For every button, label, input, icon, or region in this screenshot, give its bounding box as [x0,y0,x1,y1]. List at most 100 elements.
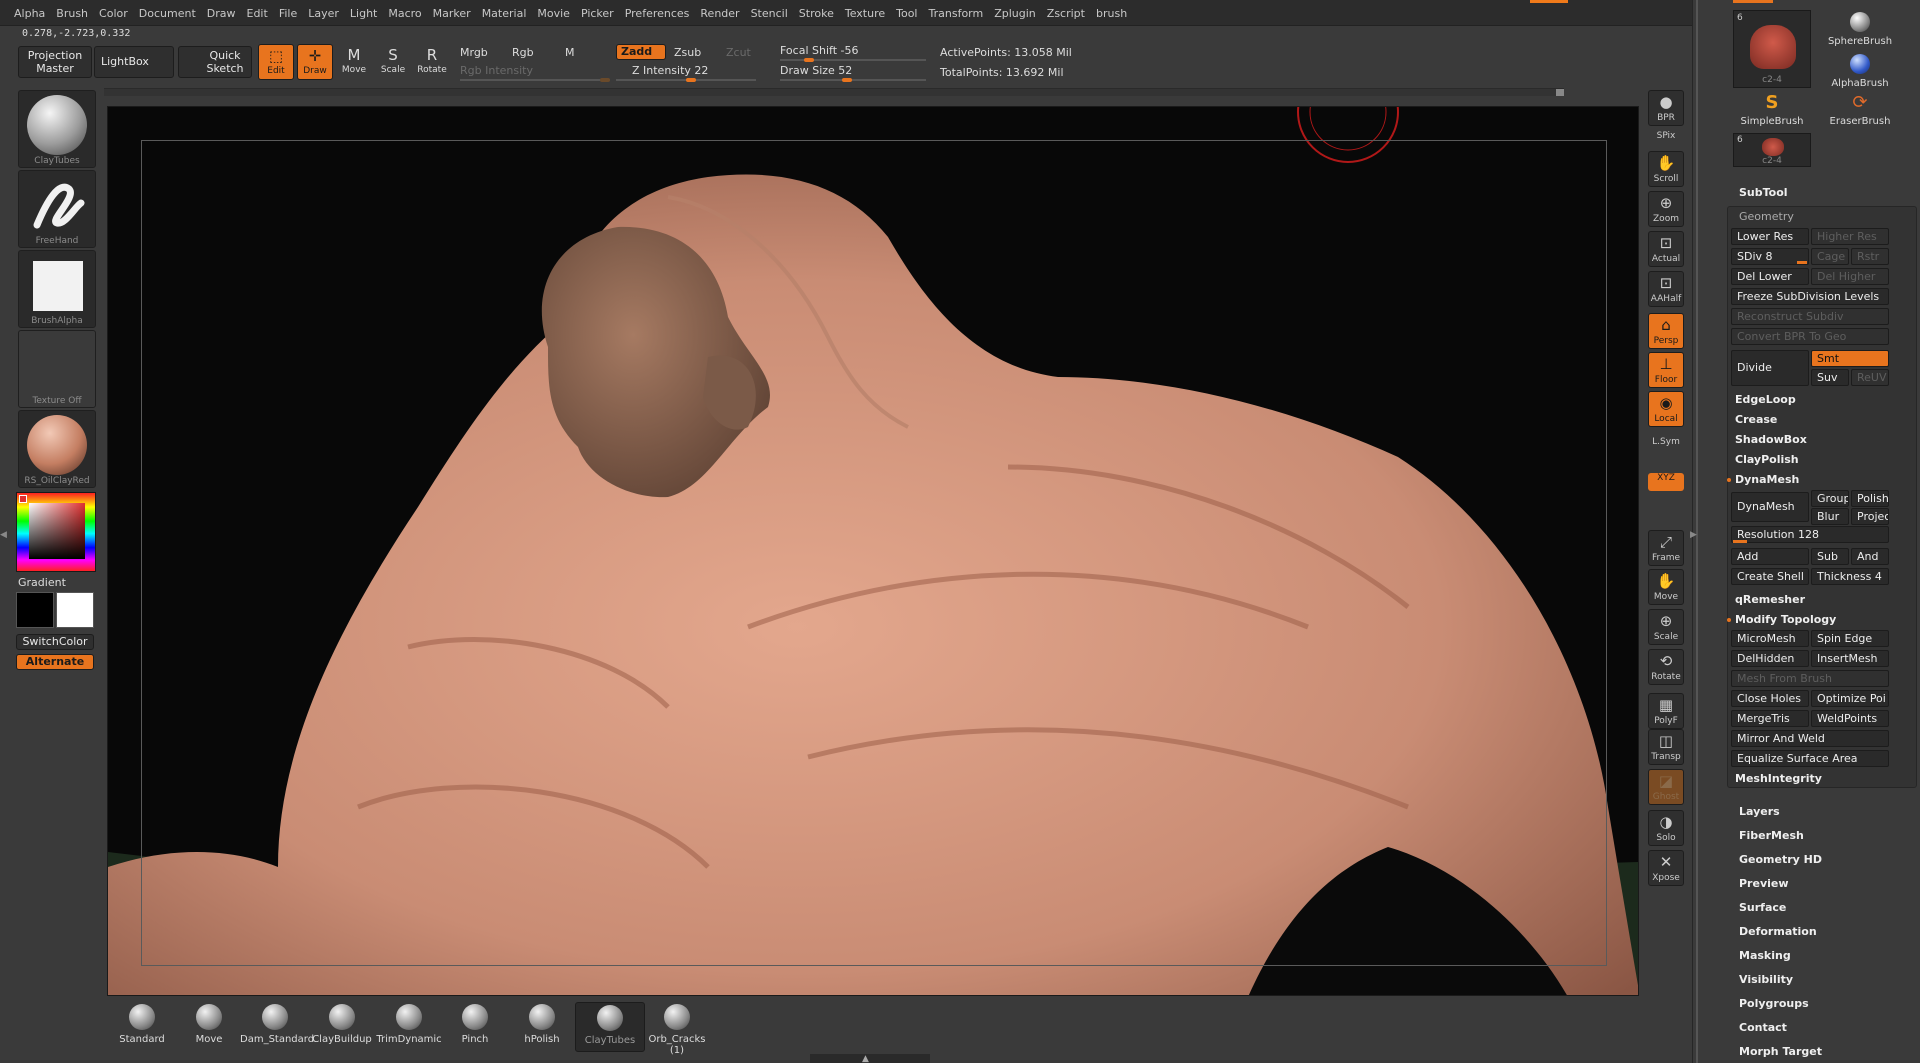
qremesher-section[interactable]: qRemesher [1735,593,1805,606]
menu-item[interactable]: brush [1096,7,1127,20]
main-color-swatch[interactable] [16,592,54,628]
rgb-intensity-knob[interactable] [600,78,610,82]
tool-transp[interactable]: ◫ Transp [1648,729,1684,765]
material-thumbnail[interactable]: RS_OilClayRed [18,410,96,488]
menu-item[interactable]: Draw [207,7,236,20]
palette-section-masking[interactable]: Masking [1739,949,1791,962]
move-mode-button[interactable]: M Move [336,44,372,80]
brush-slot-dam-standard[interactable]: Dam_Standard [240,1002,314,1052]
alpha-thumbnail[interactable]: BrushAlpha [18,250,96,328]
polish-toggle[interactable]: Polish [1851,490,1889,507]
menu-item[interactable]: Render [700,7,739,20]
tool-local[interactable]: ◉ Local [1648,391,1684,427]
blur-slider[interactable]: Blur [1811,508,1849,525]
group-toggle[interactable]: Group [1811,490,1849,507]
palette-section-deformation[interactable]: Deformation [1739,925,1817,938]
lower-res-button[interactable]: Lower Res [1731,228,1809,245]
optimize-points-button[interactable]: Optimize Poi [1811,690,1889,707]
delhidden-button[interactable]: DelHidden [1731,650,1809,667]
brush-thumbnail[interactable]: ClayTubes [18,90,96,168]
palette-section-layers[interactable]: Layers [1739,805,1780,818]
menu-item[interactable]: Edit [247,7,268,20]
del-higher-button[interactable]: Del Higher [1811,268,1889,285]
tool-scroll[interactable]: ✋ Scroll [1648,151,1684,187]
palette-section-preview[interactable]: Preview [1739,877,1789,890]
menu-item[interactable]: Marker [433,7,471,20]
tool-xyz[interactable]: XYZ [1648,473,1684,491]
resolution-knob[interactable] [1733,540,1747,543]
tool-frame[interactable]: ⤢ Frame [1648,530,1684,566]
thickness-slider[interactable]: Thickness 4 [1811,568,1889,585]
menu-item[interactable]: Zscript [1047,7,1085,20]
draw-mode-button[interactable]: ✛ Draw [297,44,333,80]
and-button[interactable]: And [1851,548,1889,565]
draw-size-track[interactable] [780,78,926,82]
claypolish-section[interactable]: ClayPolish [1735,453,1799,466]
menu-item[interactable]: Document [139,7,196,20]
rotate-mode-button[interactable]: R Rotate [414,44,450,80]
sdiv-knob[interactable] [1797,261,1807,264]
smt-toggle[interactable]: Smt [1811,350,1889,367]
document-canvas[interactable] [107,106,1639,996]
tool-spix[interactable]: SPix [1648,131,1684,149]
tool-scale[interactable]: ⊕ Scale [1648,609,1684,645]
micromesh-button[interactable]: MicroMesh [1731,630,1809,647]
sphere-brush-tool[interactable]: SphereBrush [1823,10,1897,50]
menu-item[interactable]: Macro [388,7,421,20]
menu-item[interactable]: Layer [308,7,339,20]
weldpoints-button[interactable]: WeldPoints [1811,710,1889,727]
convert-bpr-button[interactable]: Convert BPR To Geo [1731,328,1889,345]
focal-shift-slider[interactable]: Focal Shift -56 [780,44,858,57]
mesh-from-brush-button[interactable]: Mesh From Brush [1731,670,1889,687]
alpha-brush-tool[interactable]: AlphaBrush [1823,52,1897,92]
color-picker-cursor[interactable] [19,495,27,503]
sub-button[interactable]: Sub [1811,548,1849,565]
tool-move[interactable]: ✋ Move [1648,569,1684,605]
m-button[interactable]: M [565,46,575,59]
secondary-color-swatch[interactable] [56,592,94,628]
suv-toggle[interactable]: Suv [1811,369,1849,386]
menu-item[interactable]: Preferences [625,7,690,20]
menu-item[interactable]: Transform [929,7,984,20]
gradient-label[interactable]: Gradient [18,576,66,589]
simple-brush-tool[interactable]: S SimpleBrush [1733,92,1811,132]
z-intensity-knob[interactable] [686,78,696,82]
canvas-top-scrollbar[interactable] [104,88,1564,96]
zadd-button[interactable]: Zadd [616,44,666,60]
tool-xpose[interactable]: ✕ Xpose [1648,850,1684,886]
menu-item[interactable]: Tool [896,7,917,20]
close-holes-button[interactable]: Close Holes [1731,690,1809,707]
canvas-scroll-handle[interactable] [1556,89,1564,96]
z-intensity-slider[interactable]: Z Intensity 22 [632,64,708,77]
brush-slot-standard[interactable]: Standard [107,1002,177,1052]
edit-mode-button[interactable]: ⬚ Edit [258,44,294,80]
subtool-section[interactable]: SubTool [1739,186,1788,199]
mirror-and-weld-button[interactable]: Mirror And Weld [1731,730,1889,747]
tool-aahalf[interactable]: ⊡ AAHalf [1648,271,1684,307]
shadowbox-section[interactable]: ShadowBox [1735,433,1807,446]
palette-section-fibermesh[interactable]: FiberMesh [1739,829,1804,842]
meshintegrity-section[interactable]: MeshIntegrity [1735,772,1822,785]
rgb-intensity-slider[interactable]: Rgb Intensity [460,64,533,77]
bottom-shelf-handle[interactable] [810,1054,930,1063]
menu-item[interactable]: Movie [537,7,570,20]
menu-item[interactable]: Zplugin [994,7,1036,20]
draw-size-knob[interactable] [842,78,852,82]
alternate-button[interactable]: Alternate [16,654,94,670]
geometry-header[interactable]: Geometry [1739,210,1794,223]
mergetris-button[interactable]: MergeTris [1731,710,1809,727]
tool-ghost[interactable]: ◪ Ghost [1648,769,1684,805]
brush-slot-move[interactable]: Move [174,1002,244,1052]
current-tool-thumbnail[interactable]: 6 c2-4 [1733,10,1811,88]
resolution-slider[interactable]: Resolution 128 [1731,526,1889,543]
tool-polyf[interactable]: ▦ PolyF [1648,693,1684,729]
tool-floor[interactable]: ⊥ Floor [1648,352,1684,388]
eraser-brush-tool[interactable]: ⟳ EraserBrush [1823,92,1897,132]
menu-item[interactable]: Light [350,7,377,20]
lightbox-button[interactable]: LightBox [94,46,174,78]
palette-section-morph-target[interactable]: Morph Target [1739,1045,1822,1058]
zcut-button[interactable]: Zcut [726,46,751,59]
mrgb-button[interactable]: Mrgb [460,46,488,59]
tool-zoom[interactable]: ⊕ Zoom [1648,191,1684,227]
del-lower-button[interactable]: Del Lower [1731,268,1809,285]
